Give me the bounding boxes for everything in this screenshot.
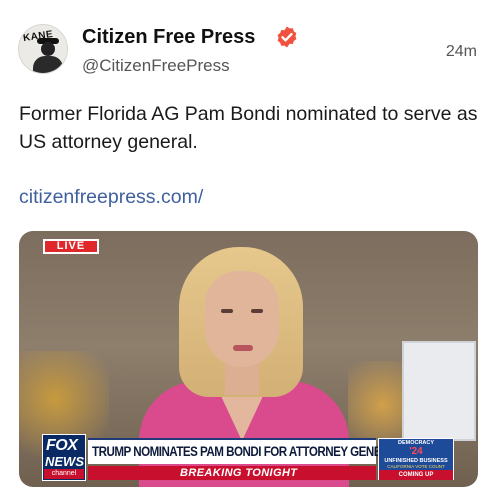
person-eye-left (221, 309, 233, 313)
avatar-body (33, 56, 63, 73)
promo-cta-text: COMING UP (379, 470, 453, 480)
news-lower-third: FOX NEWS channel TRUMP NOMINATES PAM BON… (19, 434, 478, 487)
author-avatar[interactable]: KANE (18, 24, 68, 74)
logo-channel-text: channel (44, 469, 84, 479)
promo-sub-text: CALIFORNIA VOTE COUNT (387, 464, 445, 469)
post-card[interactable]: KANE Citizen Free Press @CitizenFreePres… (0, 0, 497, 500)
person-lips (233, 345, 253, 351)
chyron-headline: TRUMP NOMINATES PAM BONDI FOR ATTORNEY G… (92, 444, 404, 459)
person-eye-right (251, 309, 263, 313)
breaking-bar: BREAKING TONIGHT (88, 466, 376, 480)
promo-box: DEMOCRACY '24 UNFINISHED BUSINESS CALIFO… (378, 438, 454, 480)
verified-badge-icon (277, 26, 297, 48)
post-media-image[interactable]: LIVE FOX NEWS channel TRUMP NOMINATES PA… (19, 231, 478, 487)
avatar-head (41, 42, 55, 56)
author-handle[interactable]: @CitizenFreePress (82, 56, 230, 76)
post-link[interactable]: citizenfreepress.com/ (19, 186, 203, 209)
post-text: Former Florida AG Pam Bondi nominated to… (19, 103, 478, 153)
logo-news-text: NEWS (45, 454, 84, 469)
person-face (205, 271, 279, 367)
post-timestamp: 24m (445, 43, 477, 60)
fox-news-logo: FOX NEWS channel (42, 434, 86, 481)
author-name[interactable]: Citizen Free Press (82, 26, 255, 49)
headline-bar: TRUMP NOMINATES PAM BONDI FOR ATTORNEY G… (88, 438, 404, 464)
logo-fox-text: FOX (46, 437, 78, 454)
background-screen (402, 341, 476, 441)
promo-year-text: '24 (409, 446, 423, 457)
live-badge: LIVE (43, 239, 99, 254)
chyron-subline: BREAKING TONIGHT (180, 467, 298, 479)
